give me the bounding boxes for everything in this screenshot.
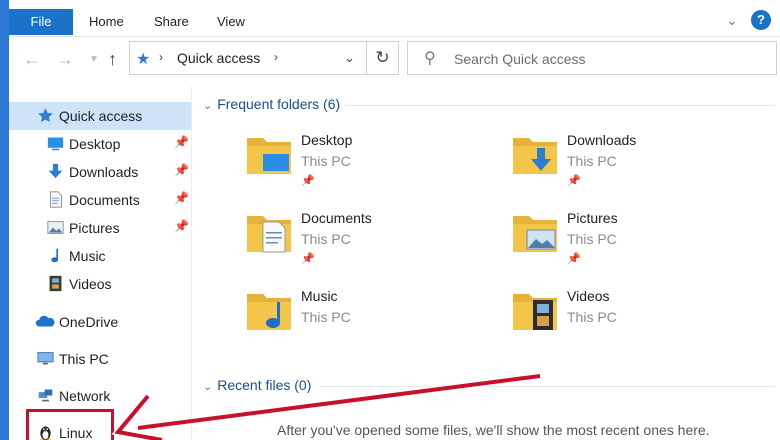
frequent-folders-header[interactable]: ⌄ Frequent folders (6): [203, 96, 340, 112]
folder-name: Videos: [567, 288, 610, 304]
address-dropdown-chevron-icon[interactable]: ⌄: [344, 50, 355, 66]
sidebar-item-videos[interactable]: Videos: [9, 270, 191, 298]
star-icon: [38, 108, 53, 123]
collapse-chevron-icon[interactable]: ⌄: [203, 381, 212, 393]
pin-icon[interactable]: 📌: [301, 252, 315, 265]
sidebar-item-label: OneDrive: [59, 314, 119, 330]
pin-icon[interactable]: 📌: [567, 174, 581, 187]
sidebar-item-this-pc[interactable]: This PC: [9, 345, 191, 373]
desktop-icon: [47, 137, 64, 151]
sidebar-item-label: Quick access: [59, 108, 143, 124]
folder-location: This PC: [567, 153, 617, 169]
sidebar-item-pictures[interactable]: Pictures 📌: [9, 214, 191, 242]
folder-location: This PC: [567, 231, 617, 247]
sidebar-item-label: Videos: [69, 276, 112, 292]
sidebar-item-label: Network: [59, 388, 111, 404]
documents-folder-icon: [247, 216, 291, 253]
group-divider: [320, 386, 775, 387]
folder-location: This PC: [301, 309, 351, 325]
sidebar-item-linux[interactable]: Linux: [9, 419, 129, 440]
group-divider: [345, 105, 775, 106]
folder-tile-desktop[interactable]: Desktop This PC 📌: [245, 132, 495, 208]
sidebar-item-desktop[interactable]: Desktop 📌: [9, 130, 191, 158]
pin-icon[interactable]: 📌: [174, 219, 189, 233]
folder-tile-documents[interactable]: Documents This PC 📌: [245, 210, 495, 286]
tab-file[interactable]: File: [9, 9, 73, 35]
sidebar-item-label: Downloads: [69, 164, 139, 180]
ribbon: File Home Share View ⌄ ?: [9, 0, 780, 37]
folder-tile-videos[interactable]: Videos This PC: [511, 288, 761, 364]
breadcrumb-separator-icon[interactable]: ›: [159, 50, 163, 64]
sidebar-item-label: Pictures: [69, 220, 120, 236]
document-icon: [49, 191, 62, 208]
tab-share[interactable]: Share: [154, 9, 189, 35]
sidebar-item-quick-access[interactable]: Quick access: [9, 102, 191, 130]
sidebar-item-downloads[interactable]: Downloads 📌: [9, 158, 191, 186]
folder-tile-music[interactable]: Music This PC: [245, 288, 495, 364]
up-arrow-icon[interactable]: ↑: [108, 49, 117, 70]
navigation-pane: Quick access Desktop 📌 Downloads 📌 Docum…: [9, 86, 192, 440]
folder-name: Documents: [301, 210, 372, 226]
sidebar-item-label: This PC: [59, 351, 109, 367]
ribbon-expand-chevron-icon[interactable]: ⌄: [726, 12, 738, 29]
help-icon[interactable]: ?: [751, 10, 771, 30]
music-note-icon: [51, 248, 59, 263]
pin-icon[interactable]: 📌: [301, 174, 315, 187]
back-arrow-icon[interactable]: ←: [23, 49, 41, 70]
refresh-icon[interactable]: ↻: [367, 41, 399, 75]
breadcrumb-separator-icon[interactable]: ›: [274, 50, 278, 64]
quick-access-star-icon: ★: [136, 51, 151, 68]
pin-icon[interactable]: 📌: [174, 163, 189, 177]
navigation-bar: ← → ▼ ↑ ★ › Quick access › ⌄ ↻ ⚲ Search …: [9, 37, 780, 85]
network-icon: [38, 389, 53, 402]
search-placeholder: Search Quick access: [454, 51, 586, 67]
forward-arrow-icon[interactable]: →: [56, 49, 74, 70]
pictures-folder-icon: [513, 216, 557, 252]
breadcrumb-quick-access[interactable]: Quick access: [177, 50, 260, 66]
penguin-icon: [39, 426, 52, 440]
recent-files-empty-message: After you've opened some files, we'll sh…: [277, 422, 710, 438]
folder-name: Music: [301, 288, 338, 304]
recent-files-title: Recent files (0): [217, 377, 312, 393]
file-explorer-window: File Home Share View ⌄ ? ← → ▼ ↑ ★ › Qui…: [9, 0, 780, 440]
sidebar-item-label: Desktop: [69, 136, 121, 152]
sidebar-item-label: Linux: [59, 425, 93, 440]
pin-icon[interactable]: 📌: [174, 135, 189, 149]
search-box[interactable]: ⚲ Search Quick access: [407, 41, 777, 75]
search-icon: ⚲: [424, 50, 436, 67]
sidebar-item-network[interactable]: Network: [9, 382, 191, 410]
content-pane: ⌄ Frequent folders (6) Desktop This PC 📌 …: [195, 86, 780, 440]
download-arrow-icon: [48, 163, 63, 179]
folder-location: This PC: [301, 153, 351, 169]
sidebar-item-music[interactable]: Music: [9, 242, 191, 270]
desktop-folder-icon: [247, 138, 291, 174]
recent-files-header[interactable]: ⌄ Recent files (0): [203, 377, 311, 393]
collapse-chevron-icon[interactable]: ⌄: [203, 100, 212, 112]
tab-view[interactable]: View: [217, 9, 245, 35]
pin-icon[interactable]: 📌: [174, 191, 189, 205]
folder-location: This PC: [567, 309, 617, 325]
folder-tile-pictures[interactable]: Pictures This PC 📌: [511, 210, 761, 286]
picture-icon: [47, 221, 64, 234]
frequent-folders-title: Frequent folders (6): [217, 96, 341, 112]
sidebar-item-label: Documents: [69, 192, 140, 208]
downloads-folder-icon: [513, 138, 557, 174]
folder-name: Desktop: [301, 132, 353, 148]
cloud-icon: [35, 315, 55, 327]
folder-name: Pictures: [567, 210, 618, 226]
recent-locations-chevron-icon[interactable]: ▼: [89, 54, 99, 65]
music-folder-icon: [247, 294, 291, 330]
address-bar[interactable]: ★ › Quick access › ⌄: [129, 41, 367, 75]
sidebar-item-onedrive[interactable]: OneDrive: [9, 308, 191, 336]
tab-home[interactable]: Home: [89, 9, 124, 35]
folder-tile-downloads[interactable]: Downloads This PC 📌: [511, 132, 761, 208]
sidebar-item-label: Music: [69, 248, 106, 264]
computer-icon: [37, 352, 54, 365]
folder-name: Downloads: [567, 132, 637, 148]
film-icon: [49, 275, 62, 292]
sidebar-item-documents[interactable]: Documents 📌: [9, 186, 191, 214]
videos-folder-icon: [513, 294, 557, 330]
folder-location: This PC: [301, 231, 351, 247]
pin-icon[interactable]: 📌: [567, 252, 581, 265]
